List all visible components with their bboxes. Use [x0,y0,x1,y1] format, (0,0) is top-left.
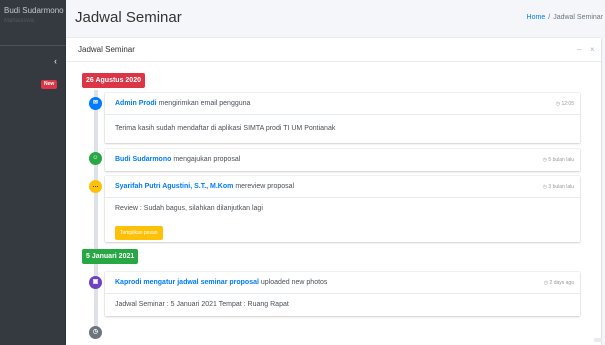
breadcrumb-home-link[interactable]: Home [527,14,546,21]
timeline-item-header: Kaprodi mengatur jadwal seminar proposal… [105,272,580,294]
page-title: Jadwal Seminar [75,9,182,26]
sidebar: Budi Sudarmono Mahasiswa ‹ New [0,0,66,345]
close-button[interactable]: × [590,45,595,55]
timeline-item-body: Terima kasih sudah mendaftar di aplikasi… [115,125,336,132]
breadcrumb: Home / Jadwal Seminar [527,13,603,22]
show-message-button[interactable]: Tampilkan posan [115,226,163,240]
timeline-actor-link[interactable]: Syarifah Putri Agustini, S.T., M.Kom [115,183,233,190]
timeline-action-text: uploaded new photos [260,279,328,286]
timeline-time-text: 3 bulan lalu [548,184,574,190]
sidebar-user-panel[interactable]: Budi Sudarmono Mahasiswa [0,0,66,46]
timeline-action-text: mereview proposal [235,183,295,190]
collapse-button[interactable]: – [577,45,581,55]
timeline-time: ◷ 3 bulan lalu [543,176,574,198]
timeline-actor-link[interactable]: Kaprodi mengatur jadwal seminar proposal [115,279,259,286]
timeline-item-header: Admin Prodi mengirimkan email pengguna ◷… [105,93,580,115]
timeline-action-text: mengirimkan email pengguna [158,100,251,107]
comments-icon: … [89,180,102,193]
timeline-item-header: Syarifah Putri Agustini, S.T., M.Kom mer… [105,176,580,198]
breadcrumb-separator: / [548,14,551,21]
timeline-time: ◷ 12:05 [556,93,574,115]
timeline-actor-link[interactable]: Admin Prodi [115,100,157,107]
timeline-time: ◷ 2 days ago [544,272,574,294]
timeline-action-text: mengajukan proposal [173,156,241,163]
timeline-item-body: Jadwal Seminar : 5 Januari 2021 Tempat :… [115,301,289,308]
envelope-icon: ✉ [89,97,102,110]
resize-handle[interactable] [594,338,602,342]
chevron-left-icon[interactable]: ‹ [54,56,57,66]
timeline-time: ◷ 5 bulan lalu [543,149,574,171]
timeline-item-body: Review : Sudah bagus, silahkan dilanjutk… [115,205,263,212]
timeline-time-text: 12:05 [561,101,574,107]
new-badge: New [41,80,58,89]
timeline-date-label: 5 Januari 2021 [82,249,139,264]
timeline-item-footer: Tampilkan posan [105,221,580,240]
timeline-line [94,90,98,335]
timeline-item-header: Budi Sudarmono mengajukan proposal ◷ 5 b… [105,149,580,171]
timeline-actor-link[interactable]: Budi Sudarmono [115,156,171,163]
clock-icon: ◷ [89,326,102,339]
camera-icon: ▣ [89,276,102,289]
timeline-date-label: 26 Agustus 2020 [82,73,145,88]
timeline-item: Admin Prodi mengirimkan email pengguna ◷… [105,93,580,143]
card-header: Jadwal Seminar – × [66,38,601,62]
breadcrumb-current: Jadwal Seminar [553,14,603,21]
user-icon: ☺ [89,152,102,165]
timeline-item: Budi Sudarmono mengajukan proposal ◷ 5 b… [105,149,580,171]
timeline-time-text: 5 bulan lalu [548,157,574,163]
timeline-time-text: 2 days ago [549,280,574,286]
sidebar-user-name[interactable]: Budi Sudarmono [4,6,66,15]
timeline-item: Syarifah Putri Agustini, S.T., M.Kom mer… [105,176,580,242]
card-title: Jadwal Seminar [78,45,135,54]
sidebar-user-role: Mahasiswa [4,18,35,24]
timeline-item: Kaprodi mengatur jadwal seminar proposal… [105,272,580,316]
